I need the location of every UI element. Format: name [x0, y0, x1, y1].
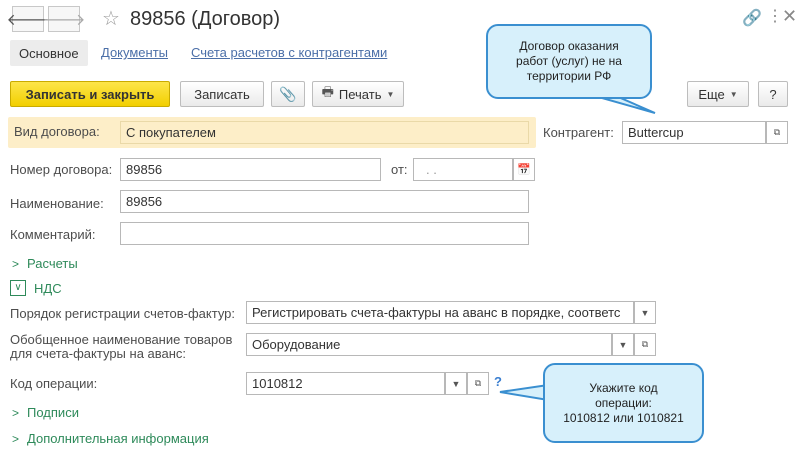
callout-bottom-line1: Укажите код [589, 380, 658, 395]
callout-top: Договор оказания работ (услуг) не на тер… [486, 24, 652, 99]
callout-bottom: Укажите код операции: 1010812 или 101082… [543, 363, 704, 443]
callout-bottom-line2: операции: [595, 395, 652, 410]
bottom-callout-pointer [499, 383, 549, 402]
callout-top-line2: работ (услуг) не на [516, 54, 622, 68]
callout-bottom-line3: 1010812 или 1010821 [563, 410, 684, 425]
callout-top-line3: территории РФ [526, 69, 612, 83]
callout-top-line1: Договор оказания [519, 39, 619, 53]
